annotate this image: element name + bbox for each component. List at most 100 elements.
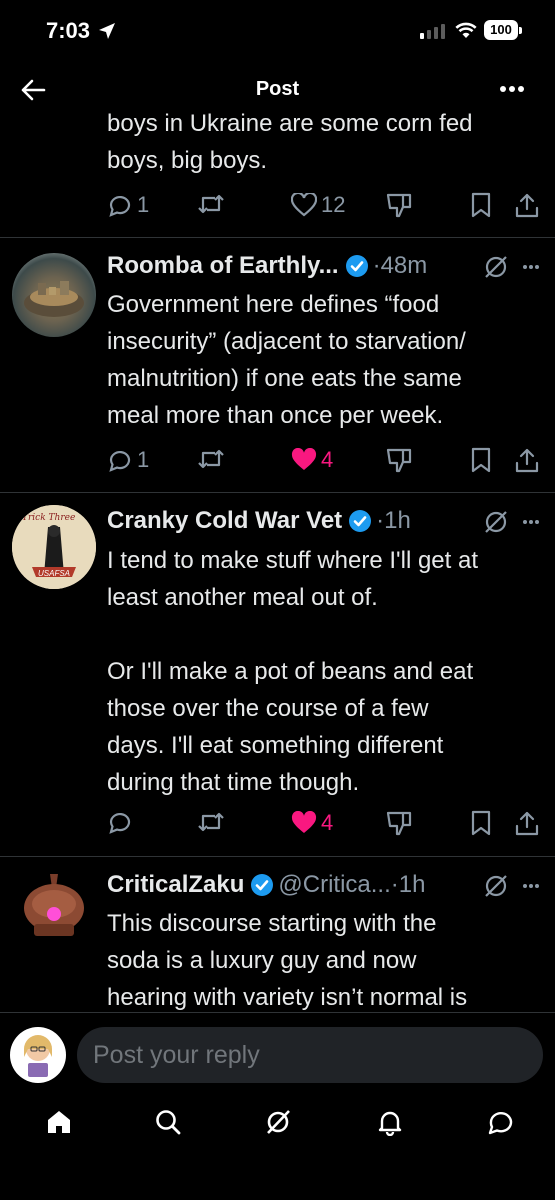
main-post-text: boys in Ukraine are some corn fed boys, …: [107, 105, 537, 179]
text-line: boys, big boys.: [107, 147, 268, 174]
post-time[interactable]: ·1h: [376, 507, 411, 535]
avatar-image: [24, 1035, 52, 1077]
reply-count: 1: [137, 192, 150, 217]
more-icon[interactable]: [522, 519, 540, 525]
more-icon[interactable]: [500, 85, 524, 93]
share-button[interactable]: [514, 447, 540, 473]
reply-header: CriticalZaku @Critica... ·1h: [107, 871, 425, 899]
reply-actions: 4: [0, 810, 555, 840]
reply-button[interactable]: 1: [107, 192, 149, 218]
status-time: 7:03: [46, 18, 91, 43]
text-line: those over the course of a few: [107, 695, 429, 722]
divider: [0, 856, 555, 857]
text-line: Or I'll make a pot of beans and eat: [107, 658, 474, 685]
text-line: least another meal out of.: [107, 584, 378, 611]
repost-icon: [198, 812, 224, 832]
more-icon[interactable]: [522, 883, 540, 889]
grok-icon[interactable]: [483, 254, 509, 280]
battery-tip: [519, 27, 522, 34]
bookmark-icon: [471, 192, 491, 218]
text-line: Government here defines “food: [107, 291, 440, 318]
display-name[interactable]: CriticalZaku: [107, 871, 244, 899]
like-count: 4: [321, 447, 334, 472]
share-icon: [515, 193, 539, 218]
repost-button[interactable]: [197, 447, 225, 471]
share-icon: [515, 811, 539, 836]
post-time[interactable]: ·48m: [373, 252, 428, 280]
avatar-text: USAFSA: [38, 569, 71, 578]
reply-icon: [109, 812, 131, 834]
avatar[interactable]: [12, 253, 96, 337]
like-button[interactable]: 4: [291, 810, 333, 836]
divider: [0, 237, 555, 238]
share-button[interactable]: [514, 192, 540, 218]
grok-icon[interactable]: [483, 873, 509, 899]
reply-text: This discourse starting with the soda is…: [107, 905, 537, 1016]
text-line: days. I'll eat something different: [107, 732, 444, 759]
reply-button[interactable]: [107, 810, 137, 834]
like-icon: [291, 448, 317, 470]
verified-badge-icon: [251, 874, 274, 896]
like-icon: [291, 811, 317, 833]
share-button[interactable]: [514, 810, 540, 836]
my-avatar[interactable]: [10, 1027, 66, 1083]
text-line: malnutrition) if one eats the same: [107, 365, 462, 392]
share-icon: [515, 448, 539, 473]
notifications-icon[interactable]: [376, 1108, 404, 1136]
text-line: meal more than once per week.: [107, 402, 444, 429]
repost-button[interactable]: [197, 192, 225, 216]
downvote-icon: [386, 193, 412, 218]
display-name[interactable]: Cranky Cold War Vet: [107, 507, 342, 535]
downvote-button[interactable]: [386, 192, 412, 218]
page-title: Post: [255, 78, 300, 100]
avatar-image: [24, 281, 84, 317]
reply-actions: 1 4: [0, 447, 555, 477]
avatar[interactable]: Trick Three USAFSA: [12, 505, 96, 589]
like-button[interactable]: 4: [291, 447, 333, 473]
text-line: boys in Ukraine are some corn fed: [107, 110, 473, 137]
text-line: [107, 616, 537, 653]
like-button[interactable]: 12: [291, 192, 345, 218]
messages-icon[interactable]: [487, 1108, 515, 1136]
grok-icon[interactable]: [483, 509, 509, 535]
battery-indicator: 100: [484, 20, 518, 40]
text-line: I tend to make stuff where I'll get at: [107, 547, 479, 574]
like-count: 4: [321, 810, 334, 835]
display-name[interactable]: Roomba of Earthly...: [107, 252, 339, 280]
repost-icon: [198, 194, 224, 214]
text-line: This discourse starting with the: [107, 910, 437, 937]
handle[interactable]: @Critica...: [278, 871, 390, 899]
reply-count: 1: [137, 447, 150, 472]
cellular-signal-icon: [420, 24, 445, 39]
bookmark-button[interactable]: [470, 447, 492, 473]
avatar-text: Trick Three: [22, 513, 76, 523]
downvote-icon: [386, 448, 412, 473]
text-line: hearing with variety isn’t normal is: [107, 984, 468, 1011]
repost-button[interactable]: [197, 810, 225, 834]
divider: [0, 492, 555, 493]
search-icon[interactable]: [154, 1108, 182, 1136]
home-icon[interactable]: [45, 1108, 73, 1136]
reply-header: Cranky Cold War Vet ·1h: [107, 507, 411, 535]
bookmark-button[interactable]: [470, 192, 492, 218]
bookmark-icon: [471, 447, 491, 473]
reply-input[interactable]: Post your reply: [77, 1027, 543, 1083]
bookmark-button[interactable]: [470, 810, 492, 836]
reply-text: I tend to make stuff where I'll get at l…: [107, 542, 537, 801]
verified-badge-icon: [349, 510, 372, 532]
downvote-button[interactable]: [386, 810, 412, 836]
reply-button[interactable]: 1: [107, 447, 149, 473]
reply-header: Roomba of Earthly... ·48m: [107, 252, 427, 280]
avatar[interactable]: [12, 868, 96, 952]
grok-icon[interactable]: [264, 1108, 292, 1136]
text-line: during that time though.: [107, 769, 360, 796]
verified-badge-icon: [345, 255, 368, 277]
reply-icon: [109, 195, 131, 217]
reply-text: Government here defines “food insecurity…: [107, 286, 537, 434]
wifi-icon: [455, 22, 477, 38]
bookmark-icon: [471, 810, 491, 836]
downvote-button[interactable]: [386, 447, 412, 473]
main-post-actions: 1 12: [0, 192, 555, 222]
more-icon[interactable]: [522, 264, 540, 270]
post-time[interactable]: ·1h: [391, 871, 426, 899]
